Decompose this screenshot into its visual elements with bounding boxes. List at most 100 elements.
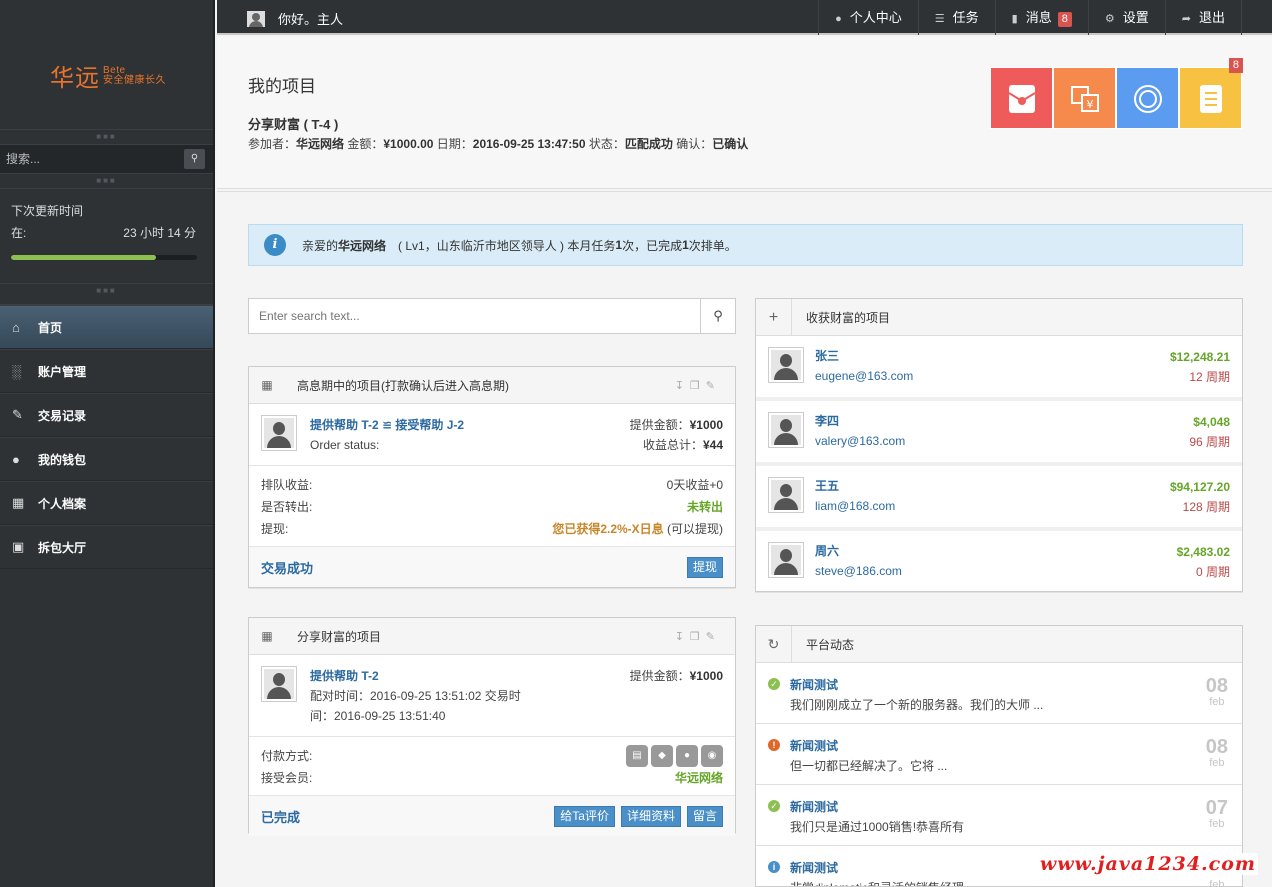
detail-row: 是否转出: 未转出 [261,496,723,518]
sidebar-search-input[interactable] [0,145,170,173]
update-timer: 下次更新时间 在: 23 小时 14 分 [0,188,213,284]
detail-key: 排队收益: [261,478,313,492]
nav-label: 我的钱包 [38,452,87,467]
pencil-icon: ✎ [12,407,23,422]
meta-label: 金额： [344,137,384,151]
info-icon: i [264,234,286,256]
provide-amount: ¥1000 [689,418,723,432]
panel-tools[interactable]: ↧❐✎ [675,630,721,643]
info-tasks: 1 [615,238,623,252]
withdraw-button[interactable]: 提现 [686,556,723,578]
panel-header: + 收获财富的项目 [756,298,1242,336]
news-item[interactable]: ✓ 新闻测试 我们刚刚成立了一个新的服务器。我们的大师 ... 08 feb [756,663,1242,724]
meta-label: 状态： [585,137,625,151]
refresh-icon[interactable]: ↻ [756,626,792,663]
edit-icon[interactable]: ✎ [706,380,721,392]
panel-tools[interactable]: ↧❐✎ [675,379,721,392]
tile-refresh[interactable] [1116,67,1179,129]
comment-icon: ▮ [1011,13,1018,25]
news-title[interactable]: 新闻测试 [790,797,1242,817]
tile-documents[interactable]: 8 [1179,58,1243,129]
tenpay-icon[interactable]: ◉ [701,745,723,767]
avatar [768,542,804,578]
detail-key: 是否转出: [261,500,313,514]
top-nav-messages[interactable]: ▮ 消息 8 [994,0,1088,35]
nav-item-wallet[interactable]: ● 我的钱包 [0,437,213,481]
news-title[interactable]: 新闻测试 [790,675,1242,695]
user-money: $94,127.20 [1169,480,1230,494]
detail-value: 您已获得2.2%-X日息 [552,522,664,536]
user-email[interactable]: liam@168.com [815,496,895,516]
logo-subtext: Bete 安全健康长久 [103,66,166,86]
news-desc: 我们只是通过1000销售!恭喜所有 [790,820,965,834]
project-subtitle: 分享财富 ( T-4 ) [248,117,339,132]
income-amount: ¥44 [702,438,723,452]
info-text: 次，已完成 [622,238,683,253]
detail-value: 华远网络 [674,771,723,785]
copy-icon[interactable]: ❐ [690,631,706,643]
nav-label: 账户管理 [38,364,87,379]
news-title[interactable]: 新闻测试 [790,736,1242,756]
top-nav-profile[interactable]: ● 个人中心 [818,0,918,35]
user-email[interactable]: valery@163.com [815,431,905,451]
copy-icon[interactable]: ❐ [690,380,706,392]
main-search-input[interactable] [249,299,700,333]
user-email[interactable]: eugene@163.com [815,366,913,386]
alipay-icon[interactable]: ◆ [651,745,673,767]
info-circle-icon: i [768,861,780,873]
top-nav-label: 个人中心 [849,10,902,25]
user-name[interactable]: 李四 [815,411,905,431]
top-nav-label: 消息 [1025,10,1052,25]
download-icon[interactable]: ↧ [675,380,690,392]
top-nav-logout[interactable]: ➦ 退出 [1164,0,1242,35]
top-nav-tasks[interactable]: ☰ 任务 [917,0,995,35]
news-item[interactable]: ! 新闻测试 但一切都已经解决了。它将 ... 08 feb [756,724,1242,785]
tile-red-envelope[interactable] [990,67,1053,129]
logo[interactable]: 华远 Bete 安全健康长久 [0,0,213,130]
avatar-icon [247,10,265,27]
details-button[interactable]: 详细资料 [620,805,681,827]
message-button[interactable]: 留言 [686,805,723,827]
shortcut-tiles: ¥ 8 [990,58,1243,129]
meta-status: 匹配成功 [624,137,673,151]
user-period: 0 周期 [1195,565,1230,579]
user-name[interactable]: 王五 [815,476,895,496]
update-value: 23 小时 14 分 [123,226,196,240]
nav-item-hall[interactable]: ▣ 拆包大厅 [0,525,213,569]
share-wealth-panel: ▦ 分享财富的项目 ↧❐✎ 提供帮助 T-2 配对时间：2016-09-25 1… [248,617,736,836]
user-name[interactable]: 张三 [815,346,913,366]
coins-icon: ▦ [261,378,273,392]
user-name[interactable]: 周六 [815,541,902,561]
tile-exchange[interactable]: ¥ [1053,67,1116,129]
rate-button[interactable]: 给Ta评价 [554,805,615,827]
project-meta: 参加者：华远网络 金额：¥1000.00 日期：2016-09-25 13:47… [248,135,748,152]
main-search: ⚲ [248,298,736,334]
news-month: feb [1209,696,1225,708]
top-nav: ● 个人中心 ☰ 任务 ▮ 消息 8 ⚙ 设置 ➦ 退出 [818,0,1242,35]
wechat-icon[interactable]: ● [676,745,698,767]
news-date: 08 feb [1206,675,1228,708]
plus-icon[interactable]: + [756,298,792,336]
news-desc: 我们刚刚成立了一个新的服务器。我们的大师 ... [790,698,1044,712]
user-email[interactable]: steve@186.com [815,561,902,581]
download-icon[interactable]: ↧ [675,631,690,643]
bank-card-icon[interactable]: ▤ [626,745,648,767]
edit-icon[interactable]: ✎ [706,631,721,643]
avatar [261,415,297,451]
nav-item-transactions[interactable]: ✎ 交易记录 [0,393,213,437]
nav-item-home[interactable]: ⌂ 首页 [0,305,213,349]
news-month: feb [1209,879,1225,887]
nav-item-account[interactable]: ░ 账户管理 [0,349,213,393]
update-progress-bar [11,255,197,260]
user-period: 128 周期 [1182,500,1230,514]
dashboard-icon: ▦ [12,495,25,510]
search-icon[interactable]: ⚲ [700,299,735,333]
check-circle-icon: ✓ [768,678,780,690]
top-nav-settings[interactable]: ⚙ 设置 [1087,0,1165,35]
avatar [768,347,804,383]
panel-title: 平台动态 [806,637,855,652]
search-icon[interactable]: ⚲ [184,149,205,169]
nav-item-profile[interactable]: ▦ 个人档案 [0,481,213,525]
news-item[interactable]: ✓ 新闻测试 我们只是通过1000销售!恭喜所有 07 feb [756,785,1242,846]
detail-row: 排队收益: 0天收益+0 [261,474,723,496]
